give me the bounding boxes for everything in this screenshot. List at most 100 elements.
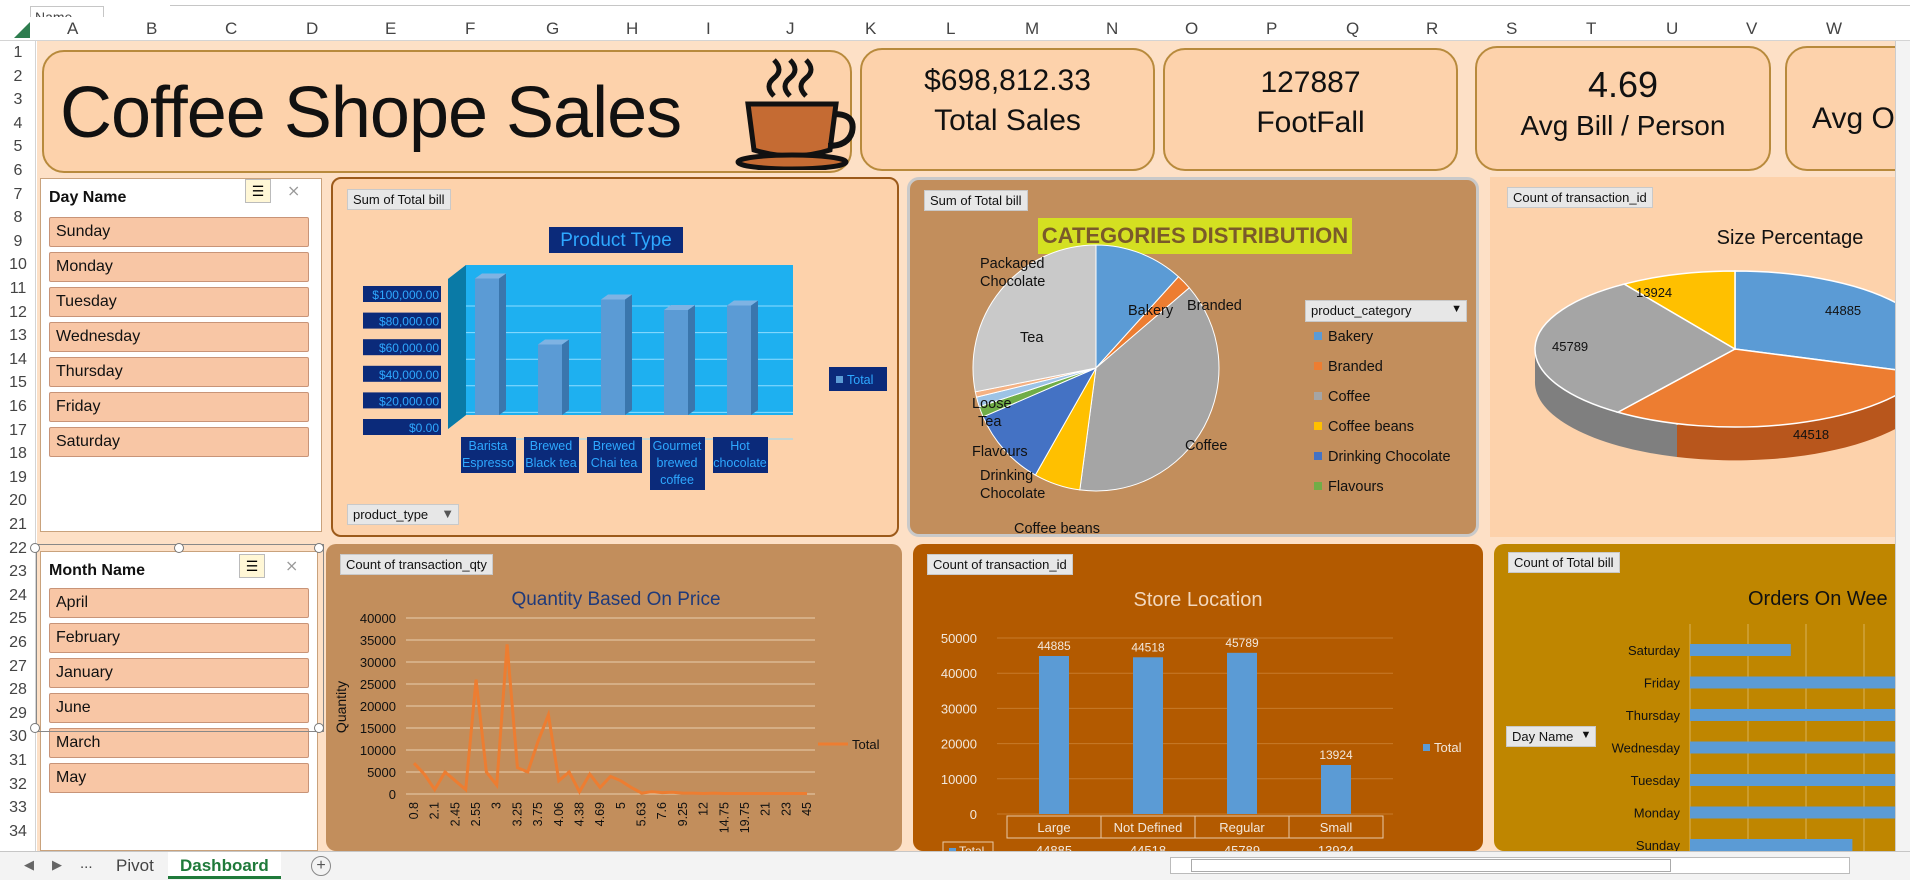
row-header[interactable]: 12 xyxy=(0,304,36,322)
row-header[interactable]: 4 xyxy=(0,115,36,133)
row-header[interactable]: 16 xyxy=(0,398,36,416)
column-header[interactable]: C xyxy=(225,19,237,39)
vertical-scrollbar[interactable] xyxy=(1895,41,1910,851)
column-header[interactable]: F xyxy=(465,19,475,39)
resize-handle[interactable] xyxy=(174,543,184,553)
row-header[interactable]: 15 xyxy=(0,374,36,392)
column-header[interactable]: S xyxy=(1506,19,1517,39)
tab-dashboard[interactable]: Dashboard xyxy=(168,852,281,879)
row-header[interactable]: 34 xyxy=(0,823,36,841)
row-header[interactable]: 17 xyxy=(0,422,36,440)
tab-scroll-right[interactable]: ▶ xyxy=(52,857,62,873)
resize-handle[interactable] xyxy=(314,723,324,733)
day-name-filter-button[interactable]: Day Name ▼ xyxy=(1506,726,1597,747)
slicer-item[interactable]: March xyxy=(49,728,309,758)
tab-overflow[interactable]: ... xyxy=(80,855,93,872)
slicer-item[interactable]: May xyxy=(49,763,309,793)
row-header[interactable]: 25 xyxy=(0,610,36,628)
row-header[interactable]: 21 xyxy=(0,516,36,534)
row-header[interactable]: 18 xyxy=(0,445,36,463)
slicer-item[interactable]: June xyxy=(49,693,309,723)
row-header[interactable]: 33 xyxy=(0,799,36,817)
kpi-label: Total Sales xyxy=(934,104,1081,137)
column-header[interactable]: O xyxy=(1185,19,1198,39)
row-header[interactable]: 14 xyxy=(0,351,36,369)
quantity-chart: Quantity Based On Price 0 5000 10000 15000 20… xyxy=(333,589,880,833)
column-header[interactable]: P xyxy=(1266,19,1277,39)
column-header[interactable]: B xyxy=(146,19,157,39)
column-header[interactable]: V xyxy=(1746,19,1757,39)
column-header[interactable]: M xyxy=(1025,19,1039,39)
row-header[interactable]: 1 xyxy=(0,44,36,62)
slicer-item[interactable]: Sunday xyxy=(49,217,309,247)
column-header[interactable]: A xyxy=(67,19,78,39)
row-header[interactable]: 24 xyxy=(0,587,36,605)
row-header[interactable]: 2 xyxy=(0,68,36,86)
row-header[interactable]: 11 xyxy=(0,280,36,298)
slicer-item[interactable]: Monday xyxy=(49,252,309,282)
row-header[interactable]: 28 xyxy=(0,681,36,699)
slicer-item[interactable]: Tuesday xyxy=(49,287,309,317)
row-header[interactable]: 32 xyxy=(0,776,36,794)
y-tick-label: 15000 xyxy=(360,721,396,736)
column-header[interactable]: U xyxy=(1666,19,1678,39)
row-header[interactable]: 13 xyxy=(0,327,36,345)
row-header[interactable]: 9 xyxy=(0,233,36,251)
slicer-item[interactable]: Wednesday xyxy=(49,322,309,352)
column-header[interactable]: J xyxy=(786,19,795,39)
resize-handle[interactable] xyxy=(30,723,40,733)
row-header[interactable]: 26 xyxy=(0,634,36,652)
pie-label: Chocolate xyxy=(980,274,1045,290)
row-header[interactable]: 5 xyxy=(0,138,36,156)
horizontal-scrollbar[interactable] xyxy=(1170,857,1850,874)
column-header[interactable]: K xyxy=(865,19,876,39)
clear-filter-icon[interactable]: ⨯ xyxy=(285,556,298,576)
column-header[interactable]: I xyxy=(706,19,711,39)
formula-bar[interactable] xyxy=(170,0,1910,6)
row-header[interactable]: 31 xyxy=(0,752,36,770)
resize-handle[interactable] xyxy=(30,543,40,553)
row-header[interactable]: 20 xyxy=(0,492,36,510)
product-type-filter-button[interactable]: product_type ▼ xyxy=(347,504,460,525)
store-location-chart-panel: Count of transaction_id Store Location 0 1… xyxy=(913,544,1483,851)
row-header[interactable]: 10 xyxy=(0,256,36,274)
table-row-label: Total xyxy=(959,844,984,851)
multi-select-icon[interactable]: ☰ xyxy=(245,179,271,203)
column-header[interactable]: T xyxy=(1586,19,1596,39)
slicer-item[interactable]: Friday xyxy=(49,392,309,422)
slicer-item[interactable]: Thursday xyxy=(49,357,309,387)
row-header[interactable]: 19 xyxy=(0,469,36,487)
tab-scroll-left[interactable]: ◀ xyxy=(24,857,34,873)
y-tick-label: 40000 xyxy=(941,666,977,681)
slicer-item[interactable]: February xyxy=(49,623,309,653)
row-header[interactable]: 29 xyxy=(0,705,36,723)
row-header[interactable]: 6 xyxy=(0,162,36,180)
row-header[interactable]: 23 xyxy=(0,563,36,581)
column-header[interactable]: R xyxy=(1426,19,1438,39)
column-header[interactable]: W xyxy=(1826,19,1842,39)
row-header[interactable]: 27 xyxy=(0,658,36,676)
column-header[interactable]: N xyxy=(1106,19,1118,39)
row-header[interactable]: 3 xyxy=(0,91,36,109)
column-header[interactable]: G xyxy=(546,19,559,39)
orders-week-chart-panel: Count of Total bill Orders On Wee Saturda… xyxy=(1494,544,1910,851)
row-header[interactable]: 8 xyxy=(0,209,36,227)
product-category-filter-button[interactable]: product_category ▼ xyxy=(1305,300,1467,322)
y-tick-label: 10000 xyxy=(360,743,396,758)
column-header[interactable]: H xyxy=(626,19,638,39)
add-sheet-button[interactable]: + xyxy=(311,856,331,876)
resize-handle[interactable] xyxy=(314,543,324,553)
column-header[interactable]: D xyxy=(306,19,318,39)
clear-filter-icon[interactable]: ⨯ xyxy=(287,181,300,201)
multi-select-icon[interactable]: ☰ xyxy=(239,554,265,578)
column-header[interactable]: L xyxy=(946,19,955,39)
column-header[interactable]: Q xyxy=(1346,19,1359,39)
slicer-item[interactable]: January xyxy=(49,658,309,688)
row-header[interactable]: 7 xyxy=(0,186,36,204)
column-header[interactable]: E xyxy=(385,19,396,39)
pie-label: Branded xyxy=(1187,298,1242,314)
slicer-item[interactable]: Saturday xyxy=(49,427,309,457)
slicer-item[interactable]: April xyxy=(49,588,309,618)
tab-pivot[interactable]: Pivot xyxy=(104,852,166,879)
select-all-corner[interactable] xyxy=(14,22,30,38)
